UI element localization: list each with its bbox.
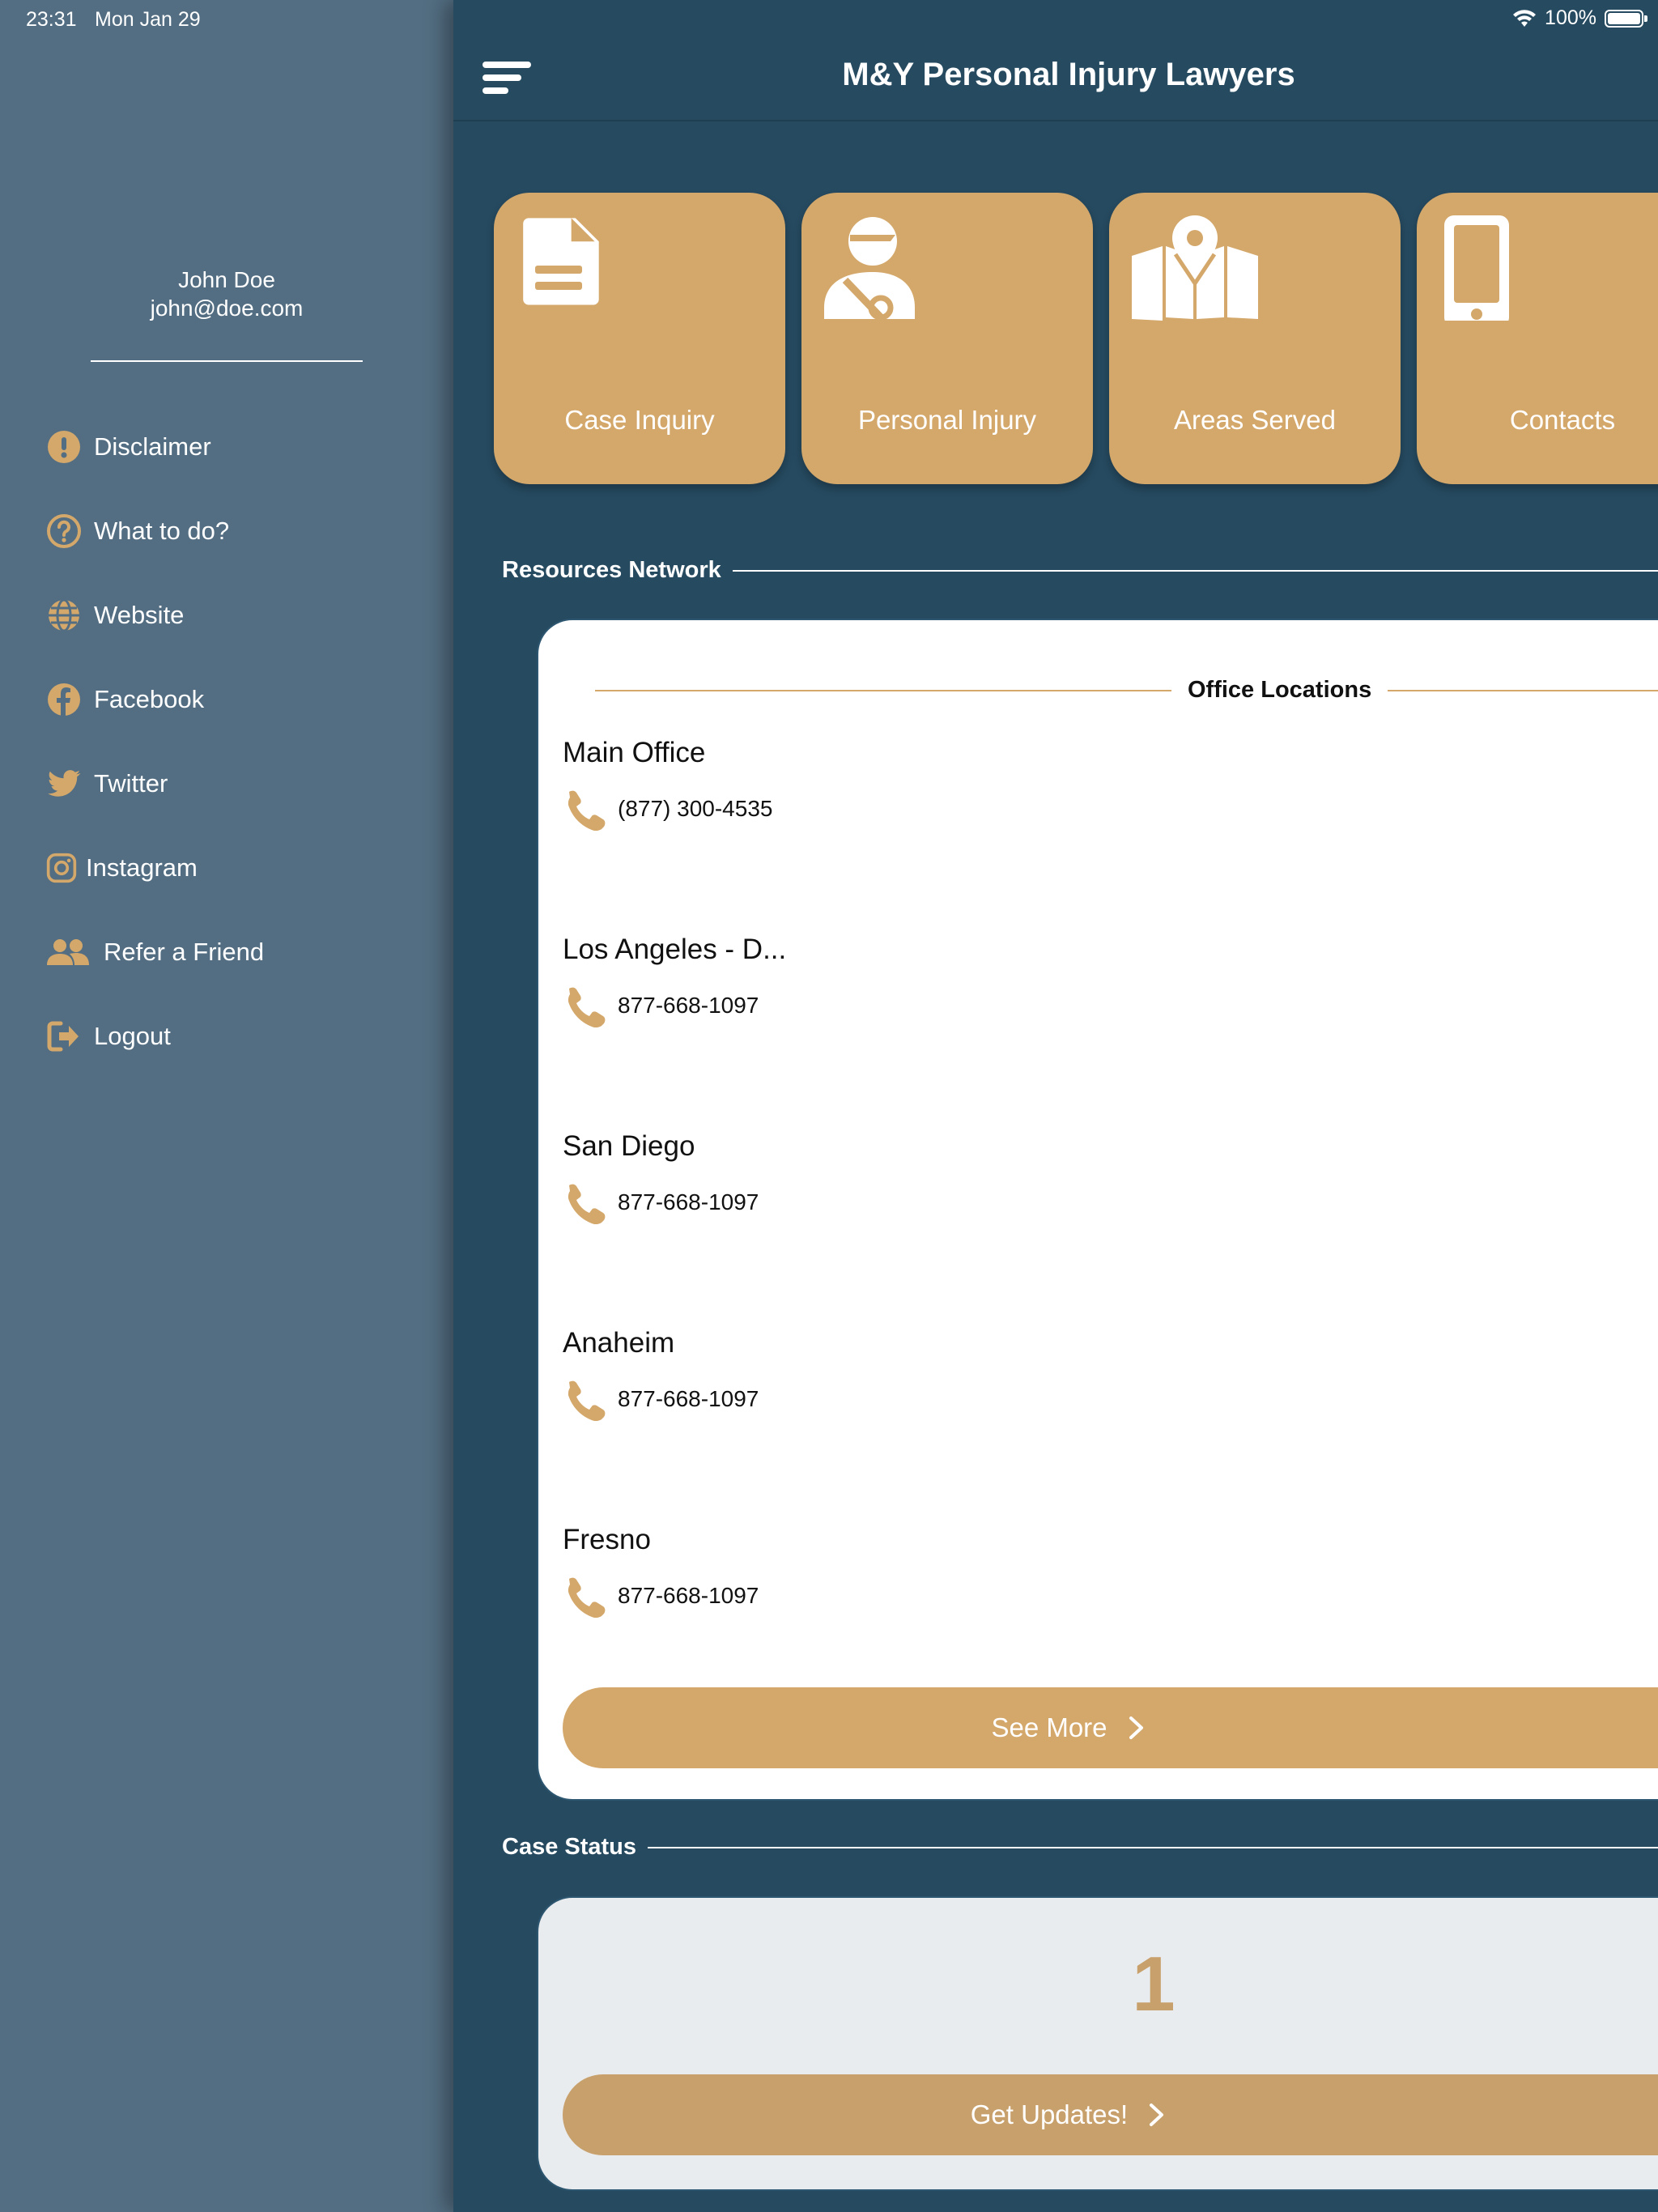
sidebar-item-what-to-do[interactable]: What to do? xyxy=(45,489,434,573)
chevron-right-icon xyxy=(1129,1716,1143,1739)
phone-icon xyxy=(568,987,606,1027)
logout-icon xyxy=(45,1018,83,1055)
sidebar-item-label: Logout xyxy=(94,1022,171,1050)
sidebar-item-label: What to do? xyxy=(94,517,230,545)
sidebar-item-label: Instagram xyxy=(86,853,198,882)
sidebar: John Doe john@doe.com Disclaimer What to… xyxy=(0,0,453,2212)
office-phone: (877) 300-4535 xyxy=(618,796,773,821)
phone-icon xyxy=(568,1577,606,1618)
tile-label: Contacts xyxy=(1509,405,1616,435)
office-anaheim: Anaheim 877-668-1097 xyxy=(563,1327,759,1421)
battery-level xyxy=(1608,12,1640,24)
office-phone: 877-668-1097 xyxy=(618,1189,759,1214)
twitter-icon xyxy=(45,765,83,802)
card-title: Office Locations xyxy=(1188,677,1372,703)
office-main: Main Office (877) 300-4535 xyxy=(563,737,772,831)
case-status-header: Case Status xyxy=(502,1834,1658,1861)
user-email: john@doe.com xyxy=(150,296,304,321)
profile-divider xyxy=(91,360,363,362)
quick-action-tiles: Case Inquiry Personal Injury Areas Serve… xyxy=(494,193,1658,484)
see-more-button[interactable]: See More xyxy=(563,1687,1658,1768)
sidebar-item-twitter[interactable]: Twitter xyxy=(45,742,434,826)
sidebar-item-disclaimer[interactable]: Disclaimer xyxy=(45,405,434,489)
tile-case-inquiry[interactable]: Case Inquiry xyxy=(494,193,785,484)
main-panel: M&Y Personal Injury Lawyers Case Inquiry… xyxy=(453,0,1658,2212)
office-name: Fresno xyxy=(563,1524,651,1555)
office-locations-header: Office Locations xyxy=(595,677,1658,704)
map-icon xyxy=(1130,215,1260,321)
injured-person-icon xyxy=(823,215,928,322)
header-line-left xyxy=(595,689,1171,691)
office-name: Anaheim xyxy=(563,1327,675,1359)
sidebar-item-label: Facebook xyxy=(94,685,205,713)
get-updates-label: Get Updates! xyxy=(970,2099,1129,2129)
status-time: 23:31 xyxy=(26,8,77,31)
battery-percent: 100% xyxy=(1545,6,1596,29)
get-updates-button[interactable]: Get Updates! xyxy=(563,2074,1658,2155)
office-locations-card: Office Locations Main Office (877) 300-4… xyxy=(537,619,1658,1801)
call-button[interactable]: 877-668-1097 xyxy=(563,984,786,1027)
app-title: M&Y Personal Injury Lawyers xyxy=(842,57,1295,92)
instagram-icon xyxy=(45,849,78,887)
sidebar-item-logout[interactable]: Logout xyxy=(45,994,434,1078)
tile-contacts[interactable]: Contacts xyxy=(1417,193,1658,484)
phone-icon xyxy=(568,1184,606,1224)
phone-icon xyxy=(568,1380,606,1421)
office-name: Main Office xyxy=(563,737,706,768)
case-count: 1 xyxy=(1132,1941,1175,2027)
sidebar-item-label: Disclaimer xyxy=(94,432,211,461)
phone-icon xyxy=(568,790,606,831)
sidebar-item-refer-a-friend[interactable]: Refer a Friend xyxy=(45,910,434,994)
office-fresno: Fresno 877-668-1097 xyxy=(563,1524,759,1618)
sidebar-item-facebook[interactable]: Facebook xyxy=(45,657,434,742)
case-status-card: 1 Get Updates! xyxy=(537,1896,1658,2191)
office-phone: 877-668-1097 xyxy=(618,993,759,1018)
office-phone: 877-668-1097 xyxy=(618,1583,759,1608)
users-icon xyxy=(45,934,91,971)
sidebar-item-instagram[interactable]: Instagram xyxy=(45,826,434,910)
tile-areas-served[interactable]: Areas Served xyxy=(1109,193,1401,484)
question-circle-icon xyxy=(45,513,83,550)
section-divider xyxy=(732,569,1658,572)
header-line-right xyxy=(1388,689,1658,691)
mobile-phone-icon xyxy=(1438,215,1543,327)
sidebar-item-website[interactable]: Website xyxy=(45,573,434,657)
user-profile: John Doe john@doe.com xyxy=(0,266,453,322)
sidebar-menu: Disclaimer What to do? Website Facebook … xyxy=(45,405,434,1078)
tile-label: Personal Injury xyxy=(857,405,1037,435)
globe-icon xyxy=(45,597,83,634)
tile-label: Case Inquiry xyxy=(564,405,715,435)
see-more-label: See More xyxy=(991,1712,1107,1742)
call-button[interactable]: 877-668-1097 xyxy=(563,1180,759,1224)
office-name: Los Angeles - D... xyxy=(563,934,787,965)
call-button[interactable]: (877) 300-4535 xyxy=(563,787,772,831)
sidebar-item-label: Refer a Friend xyxy=(104,938,265,966)
section-divider xyxy=(648,1846,1658,1848)
battery-icon xyxy=(1605,9,1647,28)
facebook-icon xyxy=(45,681,83,718)
call-button[interactable]: 877-668-1097 xyxy=(563,1574,759,1618)
resources-network-header: Resources Network xyxy=(502,557,1658,584)
status-date: Mon Jan 29 xyxy=(95,8,201,31)
office-los-angeles: Los Angeles - D... 877-668-1097 xyxy=(563,934,786,1027)
document-icon xyxy=(515,215,620,321)
menu-toggle-button[interactable] xyxy=(483,62,531,97)
office-name: San Diego xyxy=(563,1130,695,1162)
section-title: Case Status xyxy=(502,1834,637,1860)
chevron-right-icon xyxy=(1150,2104,1164,2126)
tile-personal-injury[interactable]: Personal Injury xyxy=(801,193,1093,484)
tile-label: Areas Served xyxy=(1174,405,1336,435)
sidebar-item-label: Twitter xyxy=(94,769,168,798)
office-phone: 877-668-1097 xyxy=(618,1386,759,1411)
wifi-icon xyxy=(1513,9,1537,27)
sidebar-item-label: Website xyxy=(94,601,185,629)
call-button[interactable]: 877-668-1097 xyxy=(563,1377,759,1421)
exclamation-circle-icon xyxy=(45,428,83,466)
user-name: John Doe xyxy=(178,267,275,292)
status-bar: 23:31 Mon Jan 29 100% xyxy=(0,0,1658,39)
office-san-diego: San Diego 877-668-1097 xyxy=(563,1130,759,1224)
section-title: Resources Network xyxy=(502,557,721,583)
